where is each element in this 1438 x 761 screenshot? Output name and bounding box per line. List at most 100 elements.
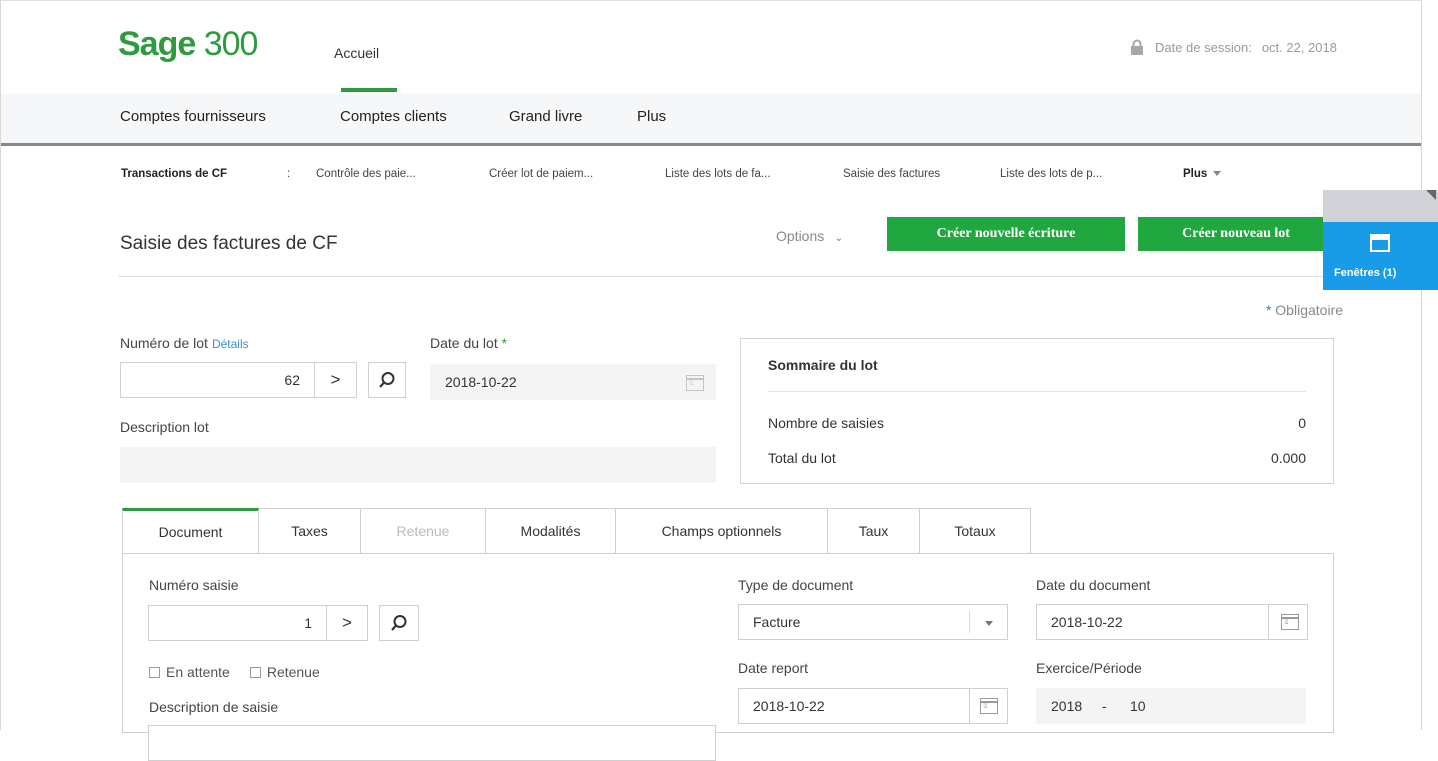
search-icon: [391, 615, 407, 631]
chevron-down-icon: [1213, 171, 1222, 177]
nav-accounts-payable[interactable]: Comptes fournisseurs: [120, 108, 266, 125]
session-value: oct. 22, 2018: [1261, 39, 1337, 55]
subnav-more[interactable]: Plus: [1183, 168, 1222, 180]
summary-total-row: Total du lot 0.000: [768, 450, 1306, 466]
required-note: * Obligatoire: [1266, 302, 1343, 318]
session-label: Date de session:: [1154, 39, 1252, 55]
posting-date-field[interactable]: 2018-10-22: [738, 688, 1008, 724]
batch-date-label: Date du lot *: [430, 335, 507, 351]
chevron-down-icon: ⌄: [834, 232, 844, 244]
create-new-entry-button[interactable]: Créer nouvelle écriture: [887, 217, 1125, 251]
subnav-more-label: Plus: [1183, 168, 1208, 180]
tab-retention[interactable]: Retenue: [361, 508, 486, 554]
entry-number-field[interactable]: 1: [148, 605, 327, 641]
batch-summary-panel: Sommaire du lot Nombre de saisies 0 Total…: [740, 338, 1334, 484]
entry-options-row: En attente Retenue: [149, 664, 320, 680]
posting-date-value: 2018-10-22: [753, 698, 825, 714]
windows-tab[interactable]: Fenêtres (1): [1323, 222, 1438, 290]
batch-number-label: Numéro de lot Détails: [120, 335, 249, 351]
date-divider: [1268, 605, 1269, 639]
options-menu[interactable]: Options ⌄: [776, 228, 843, 244]
home-tab[interactable]: Accueil: [334, 45, 379, 61]
retention-label: Retenue: [266, 664, 320, 680]
windows-tab-header: [1323, 190, 1438, 224]
tab-rates[interactable]: Taux: [828, 508, 920, 554]
subnav-invoice-entry[interactable]: Saisie des factures: [843, 168, 940, 180]
subnav-separator: :: [287, 168, 291, 180]
subnav-payment-control[interactable]: Contrôle des paie...: [316, 168, 416, 180]
document-tabs: Document Taxes Retenue Modalités Champs …: [122, 508, 1031, 554]
document-date-label: Date du document: [1036, 577, 1151, 593]
on-hold-checkbox[interactable]: [149, 666, 160, 678]
period-field[interactable]: 2018 - 10: [1036, 688, 1306, 724]
nav-general-ledger[interactable]: Grand livre: [509, 108, 582, 125]
document-type-value: Facture: [753, 614, 801, 630]
period-year: 2018: [1051, 698, 1083, 714]
calendar-icon[interactable]: [1281, 614, 1299, 630]
tab-terms[interactable]: Modalités: [486, 508, 616, 554]
entry-number-label: Numéro saisie: [149, 577, 239, 593]
period-value: 10: [1130, 698, 1146, 714]
title-divider: [118, 276, 1336, 277]
create-new-batch-button[interactable]: Créer nouveau lot: [1138, 217, 1334, 251]
entry-next-button[interactable]: >: [326, 605, 368, 641]
tab-taxes[interactable]: Taxes: [259, 508, 361, 554]
batch-date-text: Date du lot: [430, 335, 498, 351]
summary-entries-label: Nombre de saisies: [768, 415, 884, 431]
details-link[interactable]: Détails: [212, 337, 249, 351]
batch-number-field[interactable]: 62: [120, 362, 315, 398]
document-date-field[interactable]: 2018-10-22: [1036, 604, 1308, 640]
period-label: Exercice/Période: [1036, 660, 1142, 676]
date-divider: [969, 689, 970, 723]
module-nav: Comptes fournisseurs Comptes clients Gra…: [1, 93, 1421, 146]
sage-logo[interactable]: Sage 300: [118, 25, 258, 64]
tab-optional-fields[interactable]: Champs optionnels: [616, 508, 828, 554]
page-title: Saisie des factures de CF: [120, 233, 338, 254]
subnav-section: Transactions de CF: [121, 168, 228, 180]
summary-total-label: Total du lot: [768, 450, 836, 466]
required-star: *: [501, 335, 508, 351]
entry-description-field[interactable]: [148, 725, 716, 761]
select-divider: [969, 611, 970, 633]
sub-nav: Transactions de CF : Contrôle des paie..…: [1, 146, 1421, 194]
subnav-create-payment-batch[interactable]: Créer lot de paiem...: [489, 168, 593, 180]
required-star: *: [1265, 302, 1272, 318]
subnav-payment-batch-list[interactable]: Liste des lots de p...: [1000, 168, 1102, 180]
nav-accounts-receivable[interactable]: Comptes clients: [340, 108, 447, 125]
summary-total-value: 0.000: [1270, 450, 1306, 466]
chevron-right-icon: >: [330, 370, 341, 389]
tab-document[interactable]: Document: [122, 508, 259, 554]
batch-date-value: 2018-10-22: [445, 374, 517, 390]
entry-number-value: 1: [304, 615, 312, 631]
windows-tab-label: Fenêtres (1): [1334, 267, 1397, 279]
posting-date-label: Date report: [738, 660, 809, 676]
subnav-invoice-batch-list[interactable]: Liste des lots de fa...: [665, 168, 770, 180]
batch-number-text: Numéro de lot: [120, 335, 208, 351]
batch-description-field[interactable]: [120, 447, 716, 483]
batch-date-field[interactable]: 2018-10-22: [430, 364, 716, 400]
options-label: Options: [776, 228, 825, 244]
summary-divider: [768, 391, 1306, 392]
required-note-label: Obligatoire: [1275, 302, 1343, 318]
document-date-value: 2018-10-22: [1051, 614, 1123, 630]
on-hold-label: En attente: [166, 664, 230, 680]
document-type-select[interactable]: Facture: [738, 604, 1008, 640]
chevron-down-icon: [985, 621, 993, 626]
summary-title: Sommaire du lot: [768, 357, 878, 373]
retention-checkbox[interactable]: [249, 666, 261, 678]
calendar-icon[interactable]: [980, 698, 998, 714]
chevron-right-icon: >: [342, 613, 352, 632]
batch-description-label: Description lot: [120, 419, 209, 435]
entry-search-button[interactable]: [379, 605, 419, 641]
batch-next-button[interactable]: >: [314, 362, 357, 398]
entry-description-label: Description de saisie: [149, 699, 279, 715]
home-tab-indicator: [341, 88, 397, 92]
search-icon: [379, 372, 395, 388]
logo-brand: Sage: [118, 25, 196, 63]
batch-number-value: 62: [284, 372, 300, 388]
window-icon: [1370, 234, 1390, 252]
top-header: Sage 300 Accueil Date de session: oct. 2…: [1, 0, 1421, 94]
batch-search-button[interactable]: [368, 362, 406, 398]
nav-more[interactable]: Plus: [637, 108, 666, 125]
tab-totals[interactable]: Totaux: [920, 508, 1031, 554]
